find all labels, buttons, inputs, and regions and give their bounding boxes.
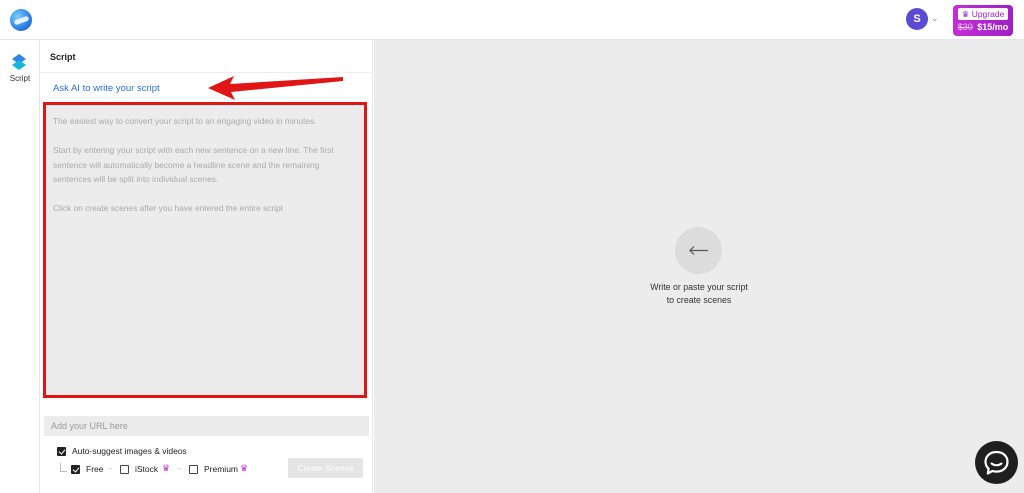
script-textarea[interactable]: The easiest way to convert your script t… <box>43 102 367 398</box>
istock-label: iStock <box>135 464 159 474</box>
script-icon <box>12 54 26 70</box>
empty-state-circle <box>675 227 722 274</box>
separator: – <box>177 464 182 473</box>
app-logo-icon[interactable] <box>10 9 32 31</box>
arrow-left-icon <box>689 246 708 255</box>
tree-connector <box>60 463 67 472</box>
chat-icon <box>984 450 1009 475</box>
empty-state-text: Write or paste your script to create sce… <box>599 281 799 307</box>
placeholder-paragraph: Click on create scenes after you have en… <box>53 203 283 213</box>
annotation-arrow-icon <box>208 76 343 100</box>
panel-title: Script <box>50 52 76 62</box>
ask-ai-link[interactable]: Ask AI to write your script <box>53 83 160 94</box>
free-checkbox[interactable] <box>71 465 80 474</box>
user-avatar[interactable]: S <box>906 8 928 30</box>
separator: – <box>108 464 113 473</box>
auto-suggest-checkbox[interactable] <box>57 447 66 456</box>
upgrade-button[interactable]: ♛ Upgrade $30 $15/mo <box>953 5 1013 36</box>
sidebar-item-label: Script <box>9 74 31 83</box>
script-placeholder: The easiest way to convert your script t… <box>53 114 366 230</box>
istock-checkbox[interactable] <box>120 465 129 474</box>
preview-area: Write or paste your script to create sce… <box>374 40 1024 493</box>
old-price: $30 <box>957 22 973 32</box>
crown-icon: ♛ <box>240 463 249 473</box>
empty-state-line: Write or paste your script <box>650 282 748 292</box>
crown-icon: ♛ <box>961 9 970 19</box>
new-price: $15/mo <box>977 22 1009 32</box>
empty-state-line: to create scenes <box>666 295 732 305</box>
auto-suggest-label: Auto-suggest images & videos <box>72 446 187 456</box>
premium-checkbox[interactable] <box>189 465 198 474</box>
chat-button[interactable] <box>975 441 1018 484</box>
crown-icon: ♛ <box>162 463 171 473</box>
premium-label: Premium <box>204 464 239 474</box>
placeholder-paragraph: The easiest way to convert your script t… <box>53 116 317 126</box>
sidebar-item-script[interactable]: Script <box>0 54 40 88</box>
left-rail: Script <box>0 40 40 493</box>
top-bar: S ⌄ ♛ Upgrade $30 $15/mo <box>0 0 1024 40</box>
chevron-down-icon[interactable]: ⌄ <box>931 13 939 24</box>
free-label: Free <box>86 464 104 474</box>
divider <box>40 72 373 73</box>
url-input[interactable] <box>44 416 369 436</box>
create-scenes-button[interactable]: Create Scenes <box>288 458 363 478</box>
upgrade-label: Upgrade <box>971 9 1005 19</box>
script-panel: Script Ask AI to write your script The e… <box>40 40 373 493</box>
placeholder-paragraph: Start by entering your script with each … <box>53 145 334 184</box>
